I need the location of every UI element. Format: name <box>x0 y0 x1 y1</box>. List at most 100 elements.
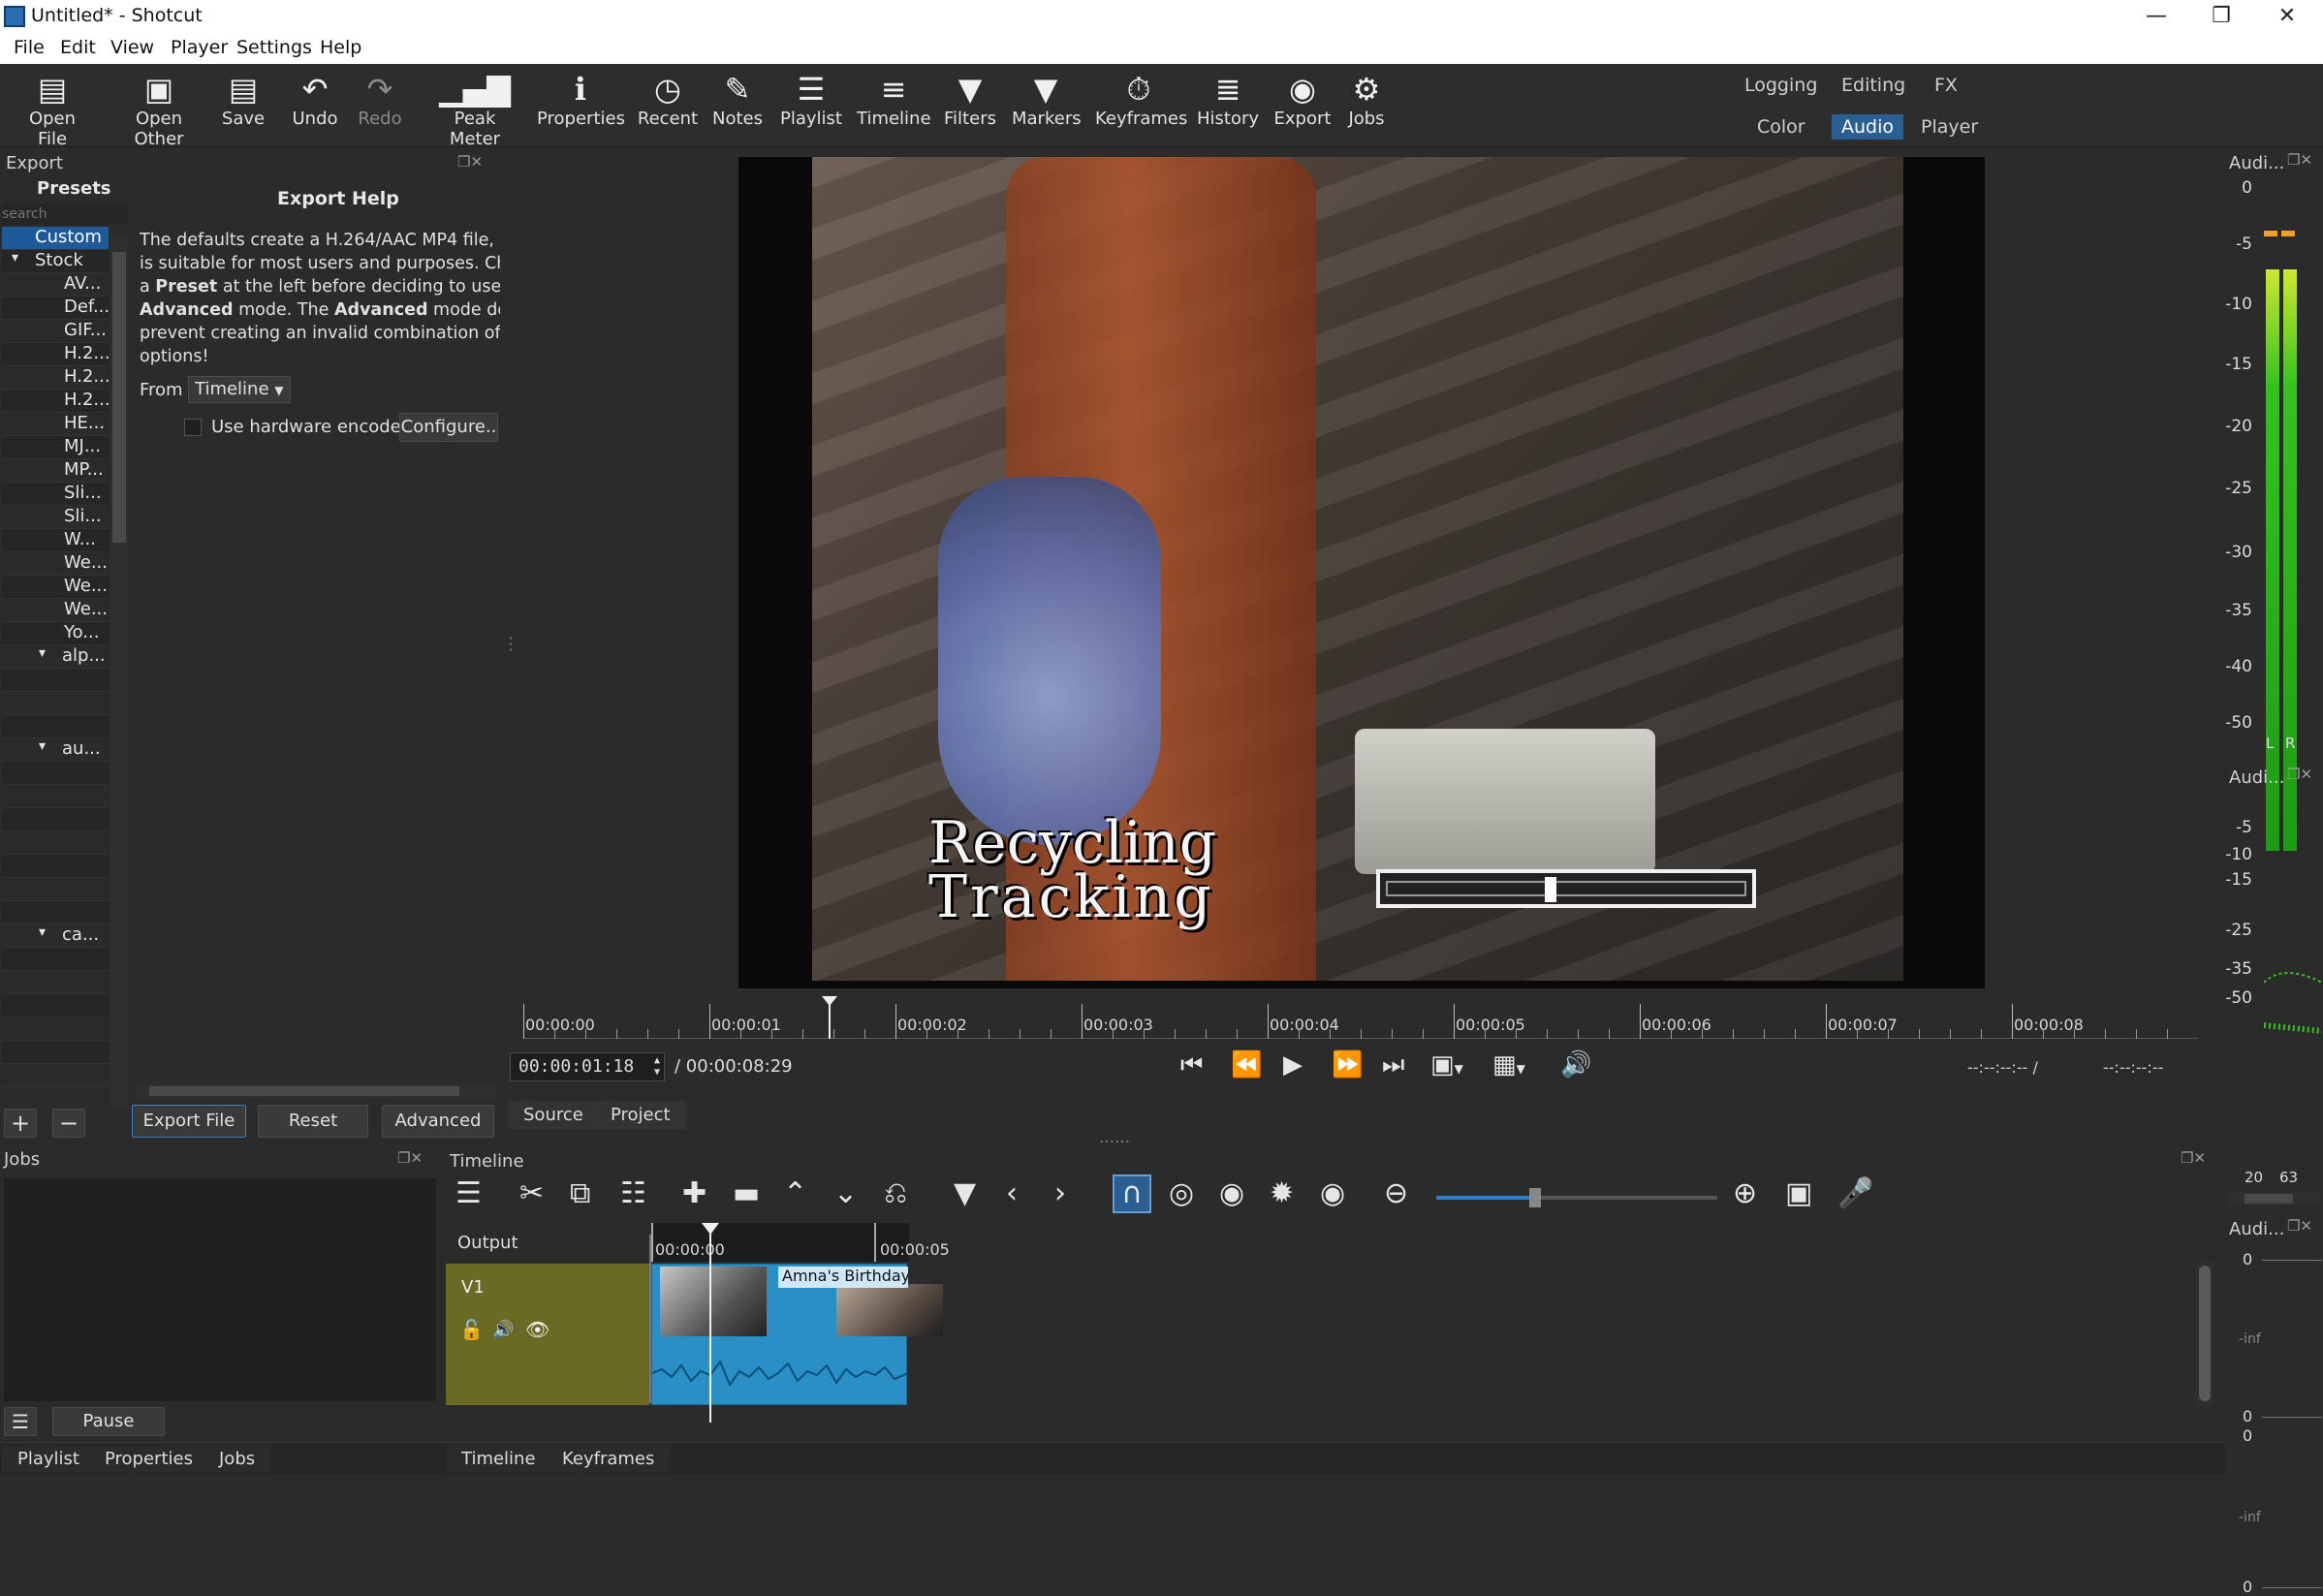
lift-icon[interactable]: ⌃ <box>783 1176 807 1210</box>
hardware-encoder-checkbox[interactable] <box>184 419 202 436</box>
preset-item[interactable] <box>2 855 109 878</box>
video-clip[interactable]: Amna's Birthdays. Amna and Ammar i <box>651 1264 943 1405</box>
preset-item[interactable] <box>2 762 109 785</box>
preset-search-input[interactable] <box>2 203 128 225</box>
preset-item[interactable]: Stock ▾ <box>2 250 109 273</box>
snap-icon[interactable]: ∩ <box>1113 1174 1151 1213</box>
preset-item[interactable]: Yo... <box>2 622 109 645</box>
preset-item[interactable]: We... <box>2 552 109 576</box>
expand-chevron-icon[interactable]: ▾ <box>39 738 46 754</box>
minimize-icon[interactable]: — <box>2127 2 2185 31</box>
jobs-list[interactable] <box>4 1178 436 1401</box>
remove-preset-button[interactable]: − <box>52 1109 85 1138</box>
restore-icon[interactable]: ❐ <box>2192 2 2250 31</box>
tab-playlist[interactable]: Playlist <box>2 1445 95 1473</box>
preset-item[interactable]: Sli... <box>2 506 109 529</box>
zoom-slider[interactable] <box>1436 1188 1717 1207</box>
expand-chevron-icon[interactable]: ▾ <box>39 924 46 940</box>
workspace-player[interactable]: Player <box>1911 114 1988 140</box>
panel-float-icon[interactable]: ❐✕ <box>397 1149 423 1167</box>
preset-item[interactable]: Custom <box>2 227 109 250</box>
ripple-markers-icon[interactable]: ◉ <box>1320 1176 1345 1210</box>
configure-button[interactable]: Configure.. <box>399 413 498 442</box>
preset-item[interactable]: H.2... <box>2 390 110 413</box>
play-icon[interactable]: ▶ <box>1283 1050 1303 1080</box>
advanced-button[interactable]: Advanced <box>382 1105 494 1138</box>
ripple-delete-icon[interactable]: ▬ <box>733 1176 760 1210</box>
paste-icon[interactable]: ☷ <box>620 1176 646 1210</box>
open-other-button[interactable]: ▣ Open Other <box>109 70 209 149</box>
preset-item[interactable] <box>2 994 109 1017</box>
preset-item[interactable] <box>2 831 109 855</box>
ripple-all-tracks-icon[interactable]: ✹ <box>1270 1176 1294 1210</box>
previous-marker-icon[interactable]: ‹ <box>1006 1176 1018 1210</box>
panel-float-icon[interactable]: ❐✕ <box>2287 1217 2312 1235</box>
scrub-icon[interactable]: ◎ <box>1169 1176 1194 1210</box>
player-scrub-bar[interactable]: 00:00:00 00:00:01 00:00:02 00:00:03 00:00:04… <box>523 994 2198 1039</box>
fast-forward-icon[interactable]: ⏩ <box>1332 1050 1363 1080</box>
preset-item[interactable]: alp... ▾ <box>2 645 109 669</box>
tab-source[interactable]: Source <box>508 1101 599 1129</box>
help-horizontal-scrollbar[interactable] <box>136 1083 496 1099</box>
tab-project[interactable]: Project <box>595 1101 686 1129</box>
preset-item[interactable] <box>2 808 109 831</box>
export-file-button[interactable]: Export File <box>132 1105 246 1138</box>
preset-item[interactable] <box>2 948 109 971</box>
spin-arrows-icon[interactable]: ▲ ▼ <box>654 1055 660 1079</box>
lock-icon[interactable]: 🔓 <box>459 1318 484 1341</box>
preset-item[interactable]: We... <box>2 576 109 599</box>
properties-button[interactable]: ℹ Properties <box>537 70 625 129</box>
tab-keyframes[interactable]: Keyframes <box>547 1445 671 1473</box>
undo-button[interactable]: ↶ Undo <box>287 70 343 129</box>
rewind-icon[interactable]: ⏪ <box>1231 1050 1262 1080</box>
jobs-menu-icon[interactable]: ☰ <box>4 1407 37 1436</box>
tab-properties[interactable]: Properties <box>89 1445 208 1473</box>
tab-jobs[interactable]: Jobs <box>204 1445 271 1473</box>
from-select[interactable]: Timeline ▼ <box>188 376 291 403</box>
menu-view[interactable]: View <box>110 37 154 58</box>
preset-item[interactable] <box>2 1064 109 1087</box>
preset-item[interactable] <box>2 715 109 738</box>
open-file-button[interactable]: ▤ Open File <box>14 70 91 149</box>
pause-button[interactable]: Pause <box>52 1407 165 1436</box>
visibility-eye-icon[interactable]: 👁 <box>525 1318 549 1341</box>
preset-item[interactable]: Def... <box>2 297 110 320</box>
record-audio-icon[interactable]: 🎤 <box>1837 1176 1873 1210</box>
workspace-editing[interactable]: Editing <box>1832 73 1915 98</box>
timecode-field[interactable]: 00:00:01:18 ▲ ▼ <box>510 1052 665 1081</box>
timeline-button[interactable]: ≡ Timeline <box>857 70 931 129</box>
preset-item[interactable]: AV... <box>2 273 109 297</box>
preset-item[interactable] <box>2 1017 109 1041</box>
preset-item[interactable]: H.2... <box>2 366 110 390</box>
splitter-handle[interactable]: ⋮ <box>502 634 519 654</box>
peak-meter-button[interactable]: ▁▄▇ Peak Meter <box>426 70 523 149</box>
export-button[interactable]: ◉ Export <box>1271 70 1334 129</box>
append-icon[interactable]: ✚ <box>682 1176 706 1210</box>
panel-float-icon[interactable]: ❐✕ <box>2287 151 2312 169</box>
menu-settings[interactable]: Settings <box>236 37 312 58</box>
presets-scrollbar[interactable] <box>110 236 128 1109</box>
zoom-fit-icon[interactable]: ▣▼ <box>1430 1050 1463 1080</box>
timeline-vertical-scrollbar[interactable] <box>2196 1262 2213 1405</box>
skip-to-end-icon[interactable]: ⏭ <box>1382 1050 1404 1080</box>
spectrum-scrollbar[interactable] <box>2229 1192 2320 1205</box>
preset-item[interactable] <box>2 901 109 924</box>
skip-to-start-icon[interactable]: ⏮ <box>1180 1050 1203 1080</box>
save-button[interactable]: ▤ Save <box>219 70 267 129</box>
close-icon[interactable]: ✕ <box>2258 2 2316 31</box>
preset-item[interactable]: W... <box>2 529 109 552</box>
copy-icon[interactable]: ⧉ <box>570 1176 590 1210</box>
keyframes-button[interactable]: ⏱ Keyframes <box>1095 70 1187 129</box>
menu-player[interactable]: Player <box>171 37 228 58</box>
splitter-handle-horizontal[interactable]: …… <box>1099 1128 1130 1146</box>
preset-item[interactable] <box>2 669 109 692</box>
workspace-logging[interactable]: Logging <box>1735 73 1827 98</box>
preset-item[interactable]: H.2... <box>2 343 110 366</box>
panel-float-icon[interactable]: ❐✕ <box>2287 766 2312 783</box>
playlist-button[interactable]: ☰ Playlist <box>777 70 845 129</box>
notes-button[interactable]: ✎ Notes <box>711 70 764 129</box>
split-icon[interactable]: ⎌ <box>884 1176 907 1210</box>
markers-button[interactable]: ▼ Markers <box>1012 70 1082 129</box>
menu-edit[interactable]: Edit <box>60 37 96 58</box>
jobs-button[interactable]: ⚙ Jobs <box>1343 70 1390 129</box>
